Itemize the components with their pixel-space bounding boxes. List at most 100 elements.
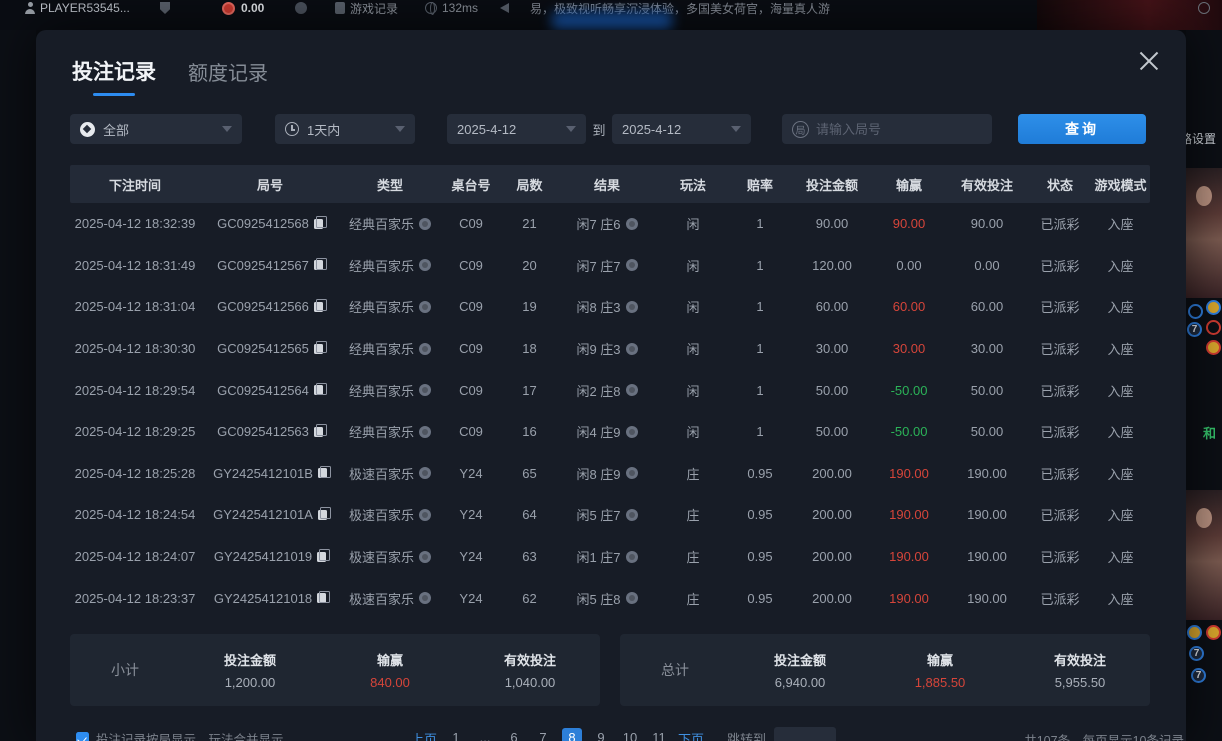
page-number[interactable]: 8 bbox=[562, 728, 582, 741]
copy-icon[interactable] bbox=[318, 510, 327, 520]
shield-icon[interactable] bbox=[160, 2, 170, 14]
refresh-icon[interactable] bbox=[295, 2, 307, 14]
round-number: 18 bbox=[502, 341, 557, 356]
win-loss: 60.00 bbox=[873, 299, 945, 314]
odds: 0.95 bbox=[729, 591, 791, 606]
replay-icon[interactable] bbox=[419, 301, 431, 313]
result-info-icon[interactable] bbox=[626, 259, 638, 271]
replay-icon[interactable] bbox=[419, 343, 431, 355]
play-type: 闲 bbox=[657, 297, 729, 316]
game-type: 极速百家乐 bbox=[349, 589, 414, 608]
table-row: 2025-04-12 18:29:54 GC0925412564 经典百家乐 C… bbox=[70, 369, 1150, 411]
tab-quota-records[interactable]: 额度记录 bbox=[188, 57, 268, 96]
replay-icon[interactable] bbox=[419, 467, 431, 479]
table-row: 2025-04-12 18:23:37 GY24254121018 极速百家乐 … bbox=[70, 577, 1150, 619]
bet-amount: 200.00 bbox=[791, 591, 873, 606]
result-info-icon[interactable] bbox=[626, 343, 638, 355]
bet-amount: 90.00 bbox=[791, 216, 873, 231]
odds: 1 bbox=[729, 383, 791, 398]
copy-icon[interactable] bbox=[314, 260, 323, 270]
replay-icon[interactable] bbox=[419, 218, 431, 230]
lucky-seven-badge: 7 bbox=[1191, 668, 1206, 683]
roadmap-badge bbox=[1206, 300, 1221, 315]
prev-page-button[interactable]: 上页 bbox=[411, 729, 437, 741]
copy-icon[interactable] bbox=[314, 219, 323, 229]
copy-icon[interactable] bbox=[314, 344, 323, 354]
replay-icon[interactable] bbox=[419, 259, 431, 271]
copy-icon[interactable] bbox=[317, 552, 326, 562]
chevron-down-icon bbox=[222, 126, 232, 132]
result-info-icon[interactable] bbox=[626, 384, 638, 396]
page-number[interactable]: 9 bbox=[591, 728, 611, 741]
replay-icon[interactable] bbox=[419, 426, 431, 438]
tab-betting-records[interactable]: 投注记录 bbox=[72, 56, 156, 96]
table-number: Y24 bbox=[440, 507, 502, 522]
line-settings-label: 路设置 bbox=[1186, 130, 1216, 147]
balance-coin-icon bbox=[222, 2, 235, 15]
close-icon[interactable] bbox=[1138, 50, 1160, 72]
page-number[interactable]: 6 bbox=[504, 728, 524, 741]
replay-icon[interactable] bbox=[419, 551, 431, 563]
round-search-input[interactable] bbox=[816, 122, 966, 137]
page-number[interactable]: 10 bbox=[620, 728, 640, 741]
display-option-checkbox[interactable] bbox=[76, 732, 89, 741]
replay-icon[interactable] bbox=[419, 592, 431, 604]
result-info-icon[interactable] bbox=[626, 592, 638, 604]
round-number: 20 bbox=[502, 258, 557, 273]
lucky-seven-badge: 7 bbox=[1187, 322, 1202, 337]
play-type: 庄 bbox=[657, 505, 729, 524]
game-records-button[interactable]: 游戏记录 bbox=[335, 1, 398, 15]
date-from-picker[interactable]: 2025-4-12 bbox=[447, 114, 586, 144]
page-number[interactable]: 1 bbox=[446, 728, 466, 741]
network-latency[interactable]: 132ms bbox=[425, 1, 478, 15]
time-range-dropdown[interactable]: 1天内 bbox=[275, 114, 415, 144]
next-page-button[interactable]: 下页 bbox=[678, 729, 704, 741]
date-to-picker[interactable]: 2025-4-12 bbox=[612, 114, 751, 144]
modal-footer: 投注记录按局显示，玩法合并显示 上页 1...67891011 下页 跳转到 共… bbox=[36, 727, 1186, 741]
result-info-icon[interactable] bbox=[626, 467, 638, 479]
page-number[interactable]: 11 bbox=[649, 728, 669, 741]
result-info-icon[interactable] bbox=[626, 301, 638, 313]
copy-icon[interactable] bbox=[314, 302, 323, 312]
copy-icon[interactable] bbox=[314, 427, 323, 437]
result-info-icon[interactable] bbox=[626, 509, 638, 521]
player-name[interactable]: PLAYER53545... bbox=[40, 1, 130, 15]
total-amount: 6,940.00 bbox=[730, 675, 870, 690]
bet-time: 2025-04-12 18:24:54 bbox=[70, 507, 200, 522]
game-id: GC0925412563 bbox=[217, 424, 309, 439]
status: 已派彩 bbox=[1029, 589, 1091, 608]
page-number[interactable]: 7 bbox=[533, 728, 553, 741]
column-header: 有效投注 bbox=[945, 175, 1029, 194]
bet-amount: 30.00 bbox=[791, 341, 873, 356]
table-number: C09 bbox=[440, 341, 502, 356]
result-info-icon[interactable] bbox=[626, 426, 638, 438]
game-mode: 入座 bbox=[1091, 464, 1150, 483]
jump-page-input[interactable] bbox=[774, 727, 836, 741]
result-info-icon[interactable] bbox=[626, 551, 638, 563]
copy-icon[interactable] bbox=[318, 468, 327, 478]
result-info-icon[interactable] bbox=[626, 218, 638, 230]
valid-bet: 50.00 bbox=[945, 383, 1029, 398]
table-number: C09 bbox=[440, 383, 502, 398]
copy-icon[interactable] bbox=[314, 385, 323, 395]
query-button[interactable]: 查询 bbox=[1018, 114, 1146, 144]
game-mode: 入座 bbox=[1091, 547, 1150, 566]
result-text: 闲8 庄3 bbox=[576, 297, 620, 316]
replay-icon[interactable] bbox=[419, 509, 431, 521]
bet-time: 2025-04-12 18:31:49 bbox=[70, 258, 200, 273]
copy-icon[interactable] bbox=[317, 593, 326, 603]
total-valid: 5,955.50 bbox=[1010, 675, 1150, 690]
page-number[interactable]: ... bbox=[475, 728, 495, 741]
subtotal-amount: 1,200.00 bbox=[180, 675, 320, 690]
round-number: 65 bbox=[502, 466, 557, 481]
jump-to-label: 跳转到 bbox=[727, 729, 766, 741]
round-badge-icon: 局 bbox=[792, 121, 809, 138]
play-type: 闲 bbox=[657, 339, 729, 358]
game-type: 极速百家乐 bbox=[349, 547, 414, 566]
replay-icon[interactable] bbox=[419, 384, 431, 396]
category-dropdown[interactable]: 全部 bbox=[70, 114, 242, 144]
column-header: 下注时间 bbox=[70, 175, 200, 194]
balance-value[interactable]: 0.00 bbox=[241, 1, 264, 15]
table-row: 2025-04-12 18:30:30 GC0925412565 经典百家乐 C… bbox=[70, 328, 1150, 370]
odds: 1 bbox=[729, 258, 791, 273]
